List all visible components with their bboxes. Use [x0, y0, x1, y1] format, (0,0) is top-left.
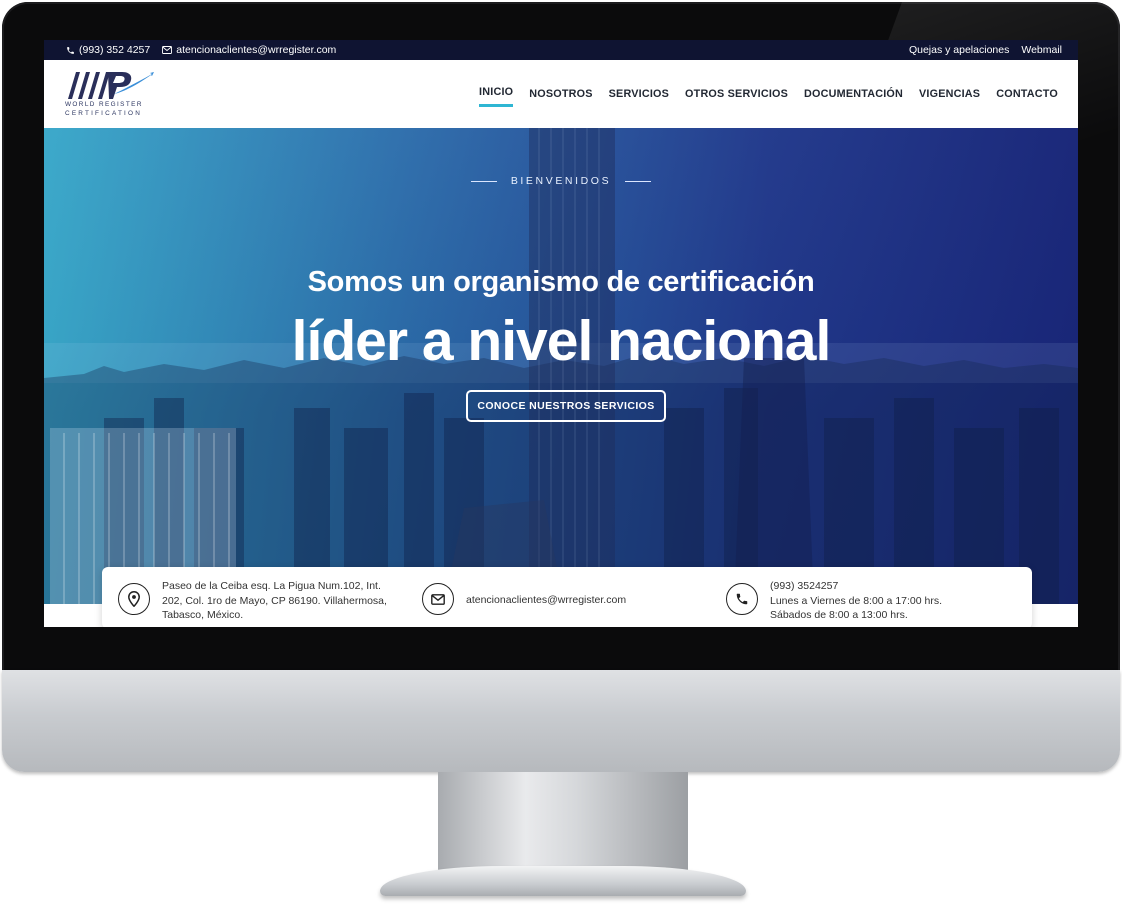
- top-contact-bar: (993) 352 4257 atencionaclientes@wrregis…: [44, 40, 1078, 60]
- eyebrow-line-left: [470, 180, 497, 182]
- nav-item-inicio[interactable]: INICIO: [471, 86, 521, 107]
- main-navbar: WORLD REGISTER CERTIFICATION INICIO NOSO…: [44, 60, 1078, 128]
- envelope-icon: [422, 583, 454, 615]
- nav-item-vigencias[interactable]: VIGENCIAS: [911, 88, 988, 100]
- topbar-email[interactable]: atencionaclientes@wrregister.com: [162, 44, 336, 56]
- website-screen: (993) 352 4257 atencionaclientes@wrregis…: [44, 40, 1078, 627]
- logo-text-world-register: WORLD REGISTER: [65, 101, 143, 108]
- topbar-email-text: atencionaclientes@wrregister.com: [176, 44, 337, 56]
- email-text: atencionaclientes@wrregister.com: [466, 594, 627, 606]
- eyebrow-text: BIENVENIDOS: [510, 175, 612, 187]
- info-address: Paseo de la Ceiba esq. La Pigua Num.102,…: [118, 567, 387, 627]
- hours-saturday: Sábados de 8:00 a 13:00 hrs.: [770, 609, 908, 621]
- monitor-stand-neck: [438, 772, 688, 872]
- site-logo[interactable]: WORLD REGISTER CERTIFICATION: [64, 66, 156, 124]
- nav-item-documentacion[interactable]: DOCUMENTACIÓN: [796, 88, 911, 100]
- hours-weekdays: Lunes a Viernes de 8:00 a 17:00 hrs.: [770, 594, 943, 607]
- phone-icon: [66, 46, 75, 55]
- topbar-phone-text: (993) 352 4257: [79, 44, 151, 56]
- nav-item-servicios[interactable]: SERVICIOS: [601, 88, 677, 100]
- eyebrow-line-right: [625, 180, 652, 182]
- nav-item-contacto[interactable]: CONTACTO: [988, 88, 1066, 100]
- contact-info-card: Paseo de la Ceiba esq. La Pigua Num.102,…: [102, 567, 1032, 627]
- nav-menu: INICIO NOSOTROS SERVICIOS OTROS SERVICIO…: [471, 60, 1066, 128]
- hero-title: líder a nivel nacional: [291, 309, 832, 373]
- info-email[interactable]: atencionaclientes@wrregister.com: [422, 567, 626, 627]
- phone-circle-icon: [726, 583, 758, 615]
- address-text: Paseo de la Ceiba esq. La Pigua Num.102,…: [162, 579, 387, 623]
- hero-banner: BIENVENIDOS Somos un organismo de certif…: [44, 128, 1078, 604]
- info-phone: (993) 3524257 Lunes a Viernes de 8:00 a …: [726, 567, 942, 627]
- hero-eyebrow: BIENVENIDOS: [44, 175, 1078, 187]
- phone-number: (993) 3524257: [770, 580, 839, 592]
- nav-item-otros-servicios[interactable]: OTROS SERVICIOS: [677, 88, 796, 100]
- location-pin-icon: [118, 583, 150, 615]
- phone-text: (993) 3524257 Lunes a Viernes de 8:00 a …: [770, 579, 942, 623]
- nav-item-nosotros[interactable]: NOSOTROS: [521, 88, 600, 100]
- hero-subtitle: Somos un organismo de certificación: [307, 266, 815, 298]
- monitor-stand-base: [380, 866, 746, 896]
- address-line-1: Paseo de la Ceiba esq. La Pigua Num.102,…: [162, 580, 381, 592]
- services-cta-button[interactable]: CONOCE NUESTROS SERVICIOS: [466, 390, 666, 422]
- address-line-3: Tabasco, México.: [162, 609, 244, 621]
- mail-icon: [162, 46, 173, 54]
- topbar-phone[interactable]: (993) 352 4257: [66, 44, 150, 56]
- logo-mark: [68, 72, 154, 99]
- monitor-chin: [2, 670, 1120, 772]
- link-quejas[interactable]: Quejas y apelaciones: [909, 44, 1009, 56]
- logo-text-certification: CERTIFICATION: [65, 110, 143, 117]
- link-webmail[interactable]: Webmail: [1021, 44, 1062, 56]
- address-line-2: 202, Col. 1ro de Mayo, CP 86190. Villahe…: [162, 594, 387, 607]
